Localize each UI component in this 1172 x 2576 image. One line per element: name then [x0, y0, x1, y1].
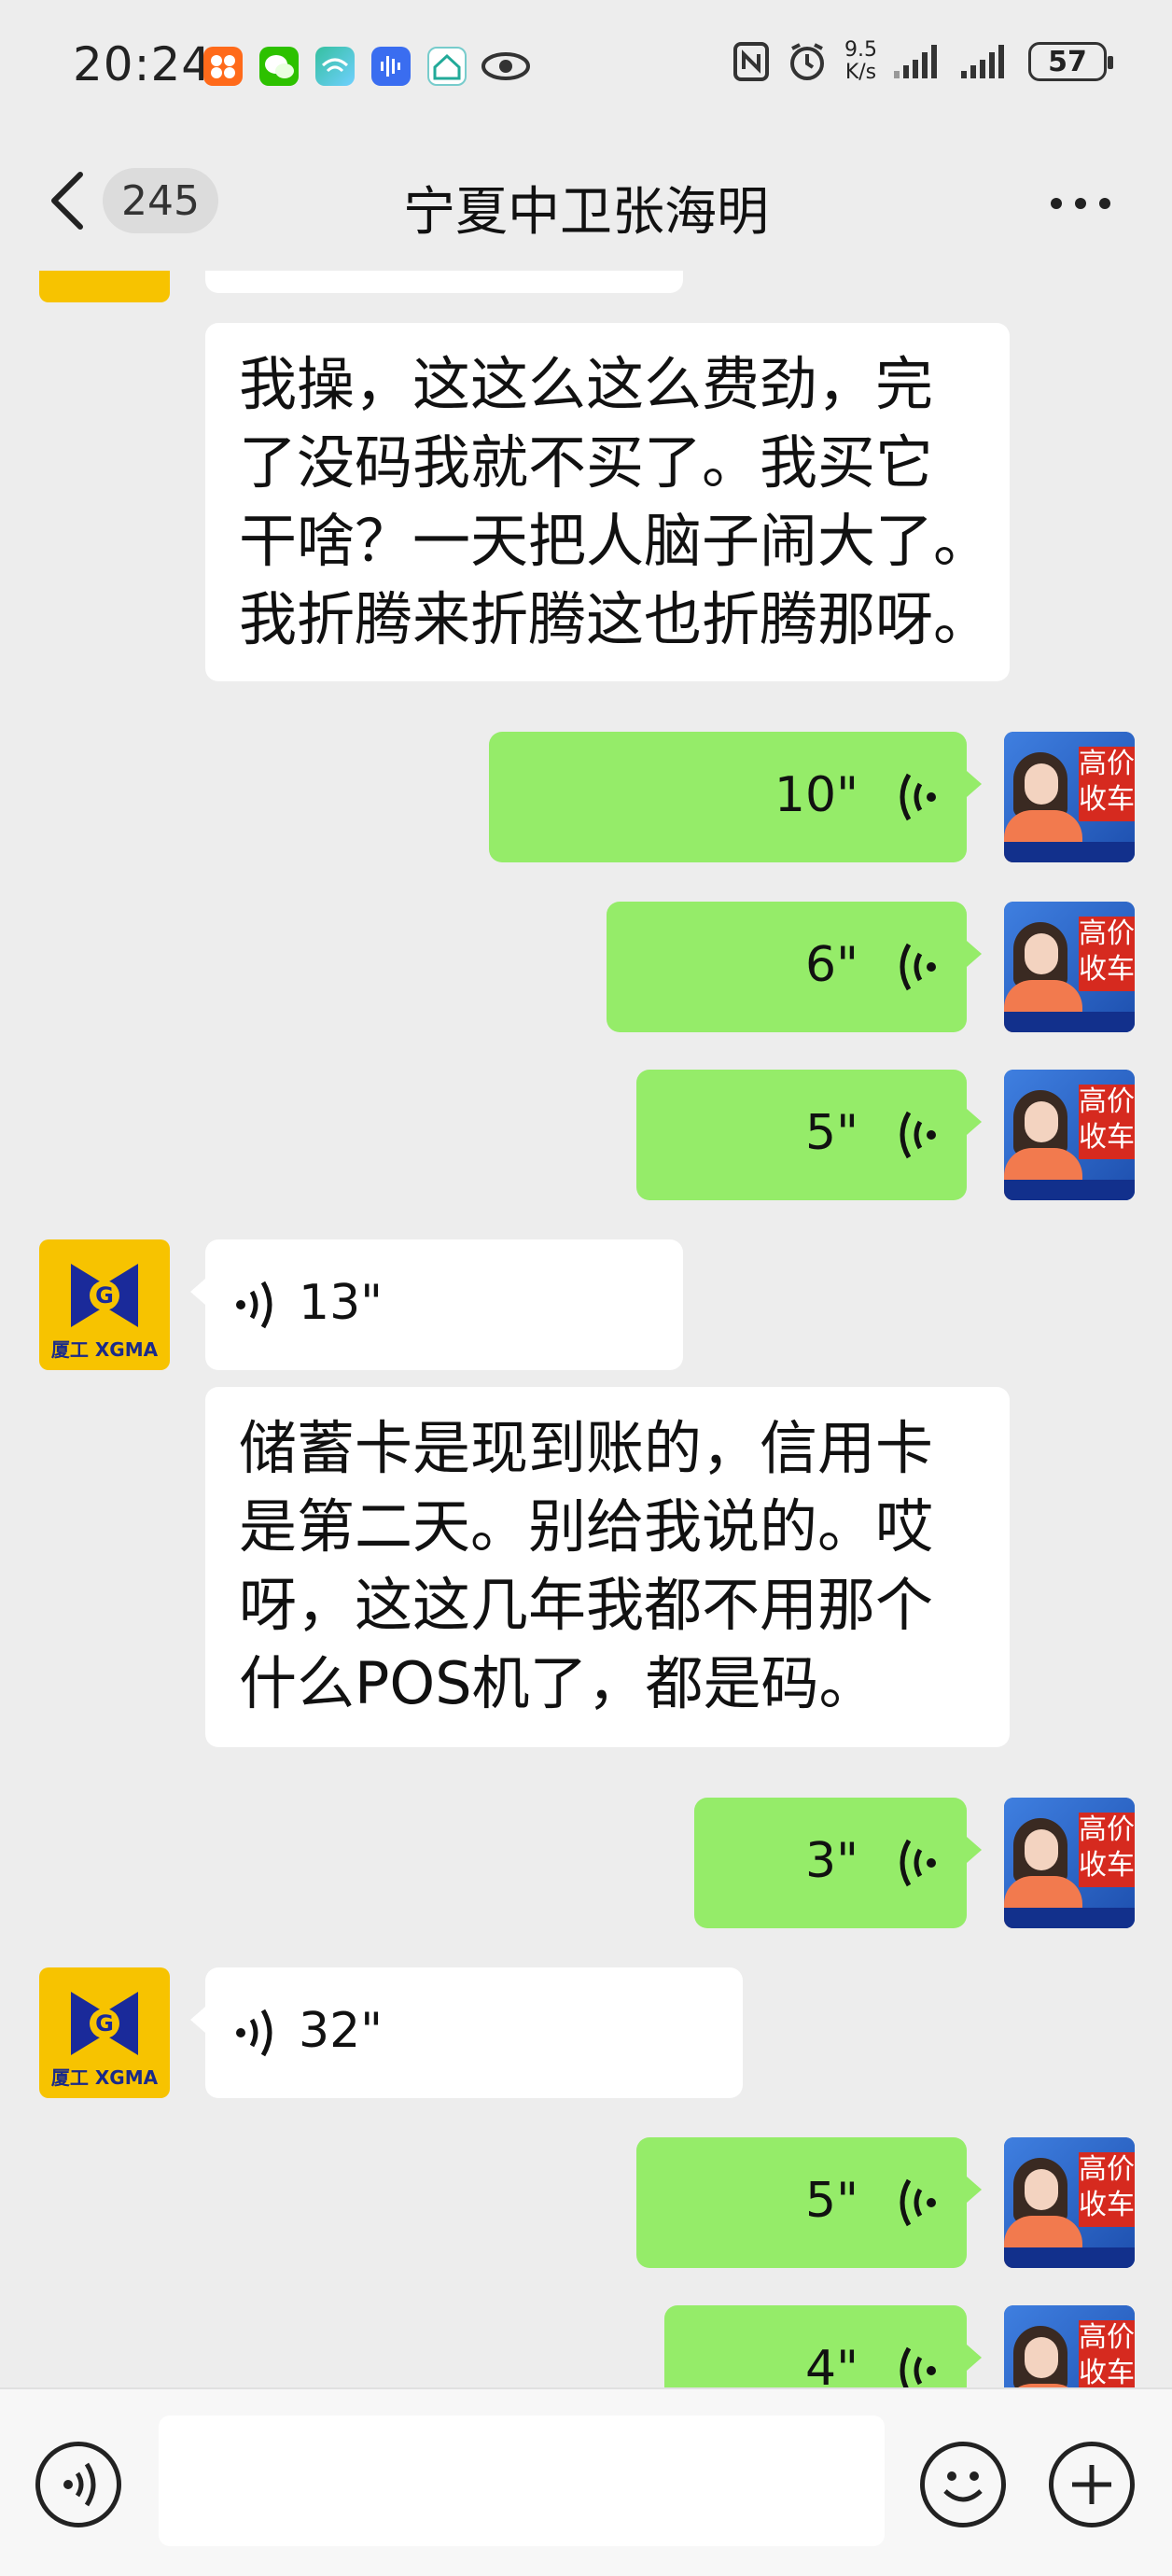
voice-wave-icon: [900, 1111, 936, 1159]
avatar[interactable]: [39, 271, 170, 302]
nfc-icon: [733, 42, 769, 81]
xgma-logo-icon: G: [71, 1992, 138, 2055]
voice-message-bubble[interactable]: 13": [205, 1239, 683, 1370]
avatar[interactable]: 高价收车: [1004, 732, 1135, 862]
voice-wave-icon: [236, 1281, 272, 1329]
message-line: 什么POS机了，都是码。: [239, 1649, 877, 1717]
message-line: 我操，这这么这么费劲，完: [239, 350, 934, 418]
voice-wave-icon: [900, 1839, 936, 1887]
voice-wave-icon: [900, 2178, 936, 2227]
voice-message-bubble[interactable]: 5": [636, 1070, 967, 1200]
voice-message-bubble[interactable]: 10": [489, 732, 967, 862]
input-bar: [0, 2387, 1172, 2576]
avatar[interactable]: G 厦工 XGMA: [39, 1967, 170, 2098]
taobao-icon: [203, 47, 243, 86]
message-line: 了没码我就不买了。我买它: [239, 428, 934, 497]
voice-duration: 4": [804, 2341, 858, 2387]
status-bar: 20:24 9.5 K/s 57: [0, 0, 1172, 135]
voice-message-bubble[interactable]: 4": [664, 2305, 967, 2387]
text-message-bubble[interactable]: 我操，这这么这么费劲，完 了没码我就不买了。我买它 干啥？一天把人脑子闹大了。 …: [205, 323, 1010, 681]
voice-message-bubble[interactable]: 3": [694, 1798, 967, 1928]
avatar[interactable]: 高价收车: [1004, 2305, 1135, 2387]
avatar-caption: 高价收车: [1079, 1813, 1135, 1887]
message-bubble[interactable]: [205, 271, 683, 293]
chat-title: 宁夏中卫张海明: [403, 182, 769, 243]
message-line: 是第二天。别给我说的。哎: [239, 1492, 934, 1561]
alarm-icon: [790, 43, 824, 80]
voice-message-bubble[interactable]: 6": [607, 902, 967, 1032]
signal-icon: [894, 45, 937, 78]
message-line: 呀，这这几年我都不用那个: [239, 1571, 934, 1639]
avatar-caption: 高价收车: [1079, 2320, 1135, 2387]
avatar-caption: 高价收车: [1079, 917, 1135, 991]
message-list[interactable]: 我操，这这么这么费劲，完 了没码我就不买了。我买它 干啥？一天把人脑子闹大了。 …: [0, 271, 1172, 2387]
avatar-brand-text: 厦工 XGMA: [50, 1338, 159, 1361]
voice-duration: 13": [299, 1275, 384, 1331]
net-speed-unit: K/s: [844, 61, 877, 84]
voice-duration: 6": [804, 937, 858, 993]
voice-message-bubble[interactable]: 32": [205, 1967, 743, 2098]
voice-wave-icon: [900, 773, 936, 821]
battery-icon: 57: [1028, 42, 1113, 81]
status-time: 20:24: [73, 37, 213, 91]
more-dots-icon[interactable]: [1051, 198, 1110, 209]
voice-duration: 32": [299, 2003, 384, 2059]
voice-message-bubble[interactable]: 5": [636, 2137, 967, 2268]
xgma-logo-letter: G: [95, 2010, 114, 2037]
voice-wave-icon: [900, 943, 936, 991]
wifi-app-icon: [315, 47, 355, 86]
voice-duration: 5": [804, 1105, 858, 1161]
xgma-logo-letter: G: [95, 1282, 114, 1309]
message-input[interactable]: [159, 2415, 885, 2546]
plus-icon[interactable]: [1049, 2442, 1135, 2527]
message-line: 我折腾来折腾这也折腾那呀。: [239, 585, 992, 653]
avatar[interactable]: G 厦工 XGMA: [39, 1239, 170, 1370]
avatar[interactable]: 高价收车: [1004, 1798, 1135, 1928]
wechat-icon: [259, 47, 299, 86]
home-app-icon: [427, 47, 467, 86]
emoji-icon[interactable]: [920, 2442, 1006, 2527]
battery-level: 57: [1048, 45, 1087, 78]
message-line: 干啥？一天把人脑子闹大了。: [239, 507, 992, 575]
eye-icon: [480, 47, 532, 86]
voice-mode-icon[interactable]: [35, 2442, 121, 2527]
voice-duration: 3": [804, 1833, 858, 1889]
avatar[interactable]: 高价收车: [1004, 902, 1135, 1032]
text-message-bubble[interactable]: 储蓄卡是现到账的，信用卡 是第二天。别给我说的。哎 呀，这这几年我都不用那个 什…: [205, 1387, 1010, 1747]
voice-wave-icon: [900, 2346, 936, 2387]
avatar-caption: 高价收车: [1079, 2152, 1135, 2227]
avatar-brand-text: 厦工 XGMA: [50, 2066, 159, 2089]
avatar[interactable]: 高价收车: [1004, 1070, 1135, 1200]
voice-wave-icon: [236, 2009, 272, 2057]
signal-icon: [961, 45, 1004, 78]
voice-recorder-icon: [371, 47, 411, 86]
avatar-caption: 高价收车: [1079, 747, 1135, 821]
net-speed-value: 9.5: [844, 38, 877, 62]
voice-duration: 5": [804, 2173, 858, 2229]
avatar[interactable]: 高价收车: [1004, 2137, 1135, 2268]
voice-duration: 10": [774, 767, 858, 823]
message-line: 储蓄卡是现到账的，信用卡: [239, 1414, 934, 1482]
avatar-caption: 高价收车: [1079, 1085, 1135, 1159]
xgma-logo-icon: G: [71, 1264, 138, 1327]
